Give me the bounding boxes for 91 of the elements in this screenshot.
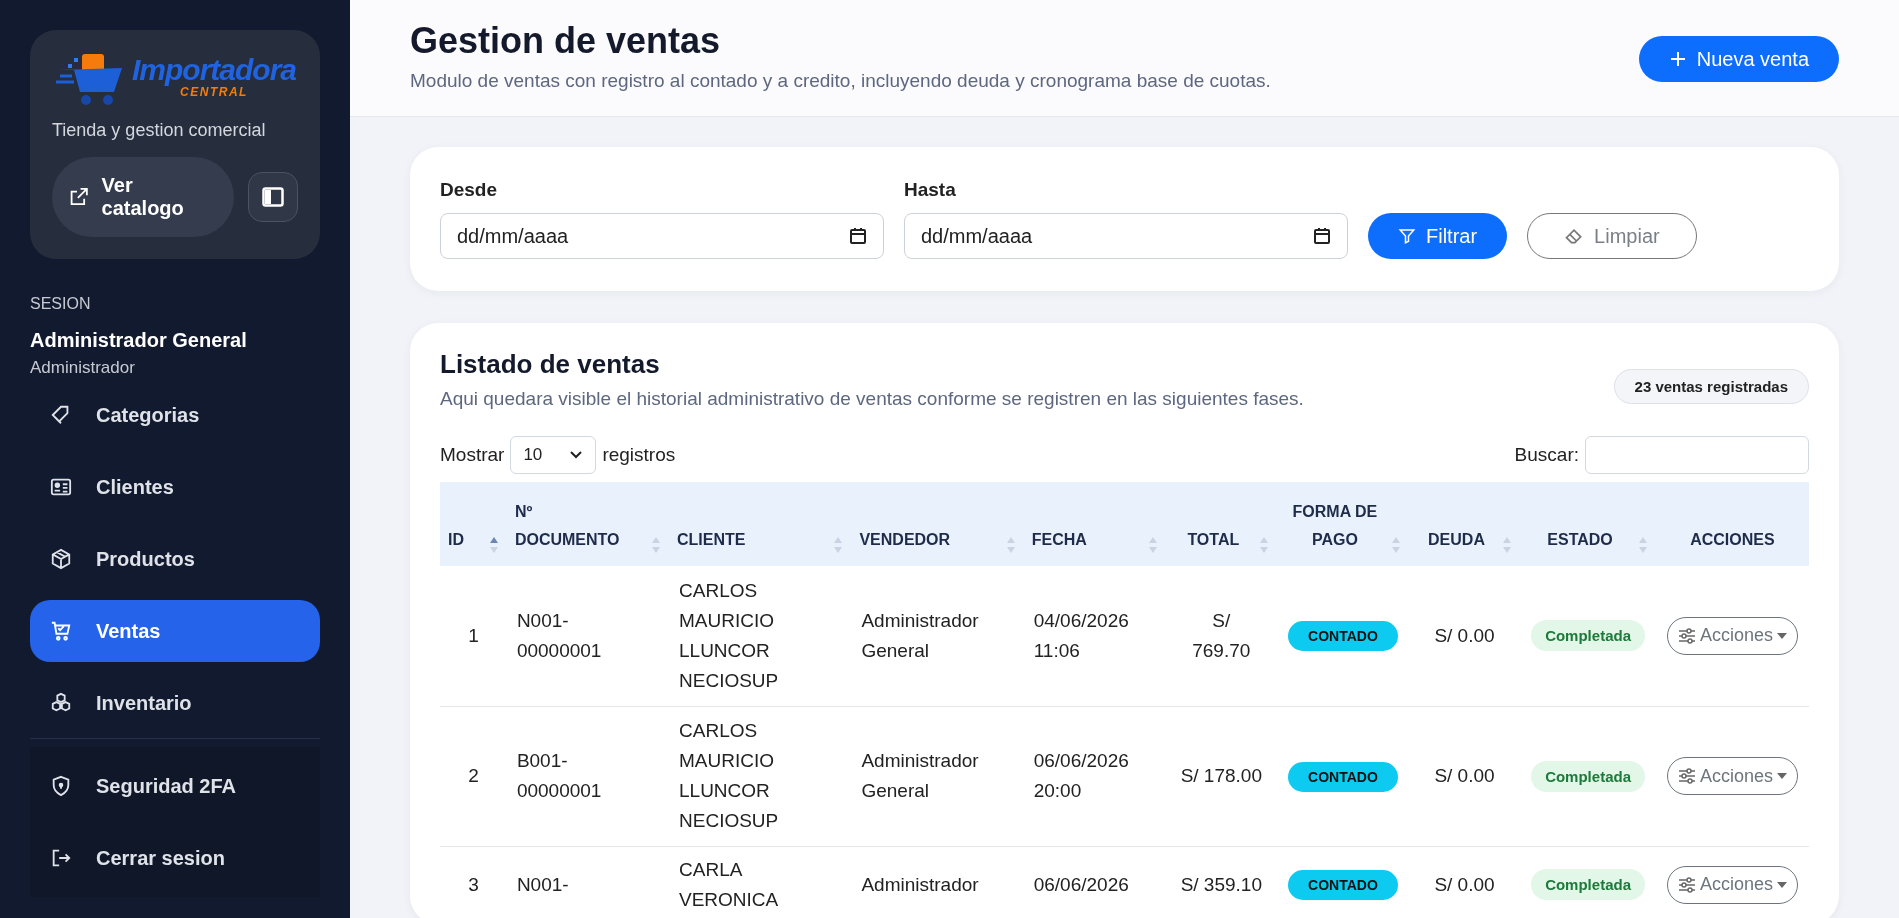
table-cell: CARLOS MAURICIO LLUNCOR NECIOSUP bbox=[669, 566, 852, 706]
new-sale-button[interactable]: Nueva venta bbox=[1638, 36, 1839, 82]
table-cell: 2 bbox=[440, 706, 507, 846]
eraser-icon bbox=[1564, 227, 1585, 245]
table-cell: S/ 0.00 bbox=[1408, 706, 1521, 846]
page-size-select[interactable]: 10 bbox=[510, 436, 597, 474]
table-cell: 04/06/2026 11:06 bbox=[1023, 566, 1166, 706]
table-cell: S/ 178.00 bbox=[1165, 706, 1278, 846]
shield-icon bbox=[50, 775, 72, 797]
column-header[interactable]: CLIENTE bbox=[669, 482, 852, 566]
view-catalog-button[interactable]: Ver catalogo bbox=[52, 157, 234, 237]
column-header[interactable]: ACCIONES bbox=[1655, 482, 1809, 566]
actions-dropdown-button[interactable]: Acciones bbox=[1666, 616, 1798, 655]
sliders-icon bbox=[1677, 627, 1696, 644]
list-subtitle: Aqui quedara visible el historial administrativo de ventas conforme se registren en las siguientes fases. bbox=[440, 388, 1304, 410]
table-cell: Administrador General bbox=[851, 706, 1024, 846]
calendar-icon bbox=[1313, 227, 1331, 245]
page-title: Gestion de ventas bbox=[410, 20, 722, 62]
nav-item[interactable]: Ventas bbox=[30, 600, 320, 662]
nav-item[interactable]: Seguridad 2FA bbox=[30, 755, 320, 817]
column-header[interactable]: VENDEDOR bbox=[851, 482, 1024, 566]
nav-item[interactable]: Productos bbox=[30, 528, 320, 590]
column-header[interactable]: Nº DOCUMENTO bbox=[506, 482, 669, 566]
cart-icon bbox=[50, 620, 72, 642]
nav-item[interactable]: Categorias bbox=[30, 384, 320, 446]
actions-dropdown-button[interactable]: Acciones bbox=[1666, 757, 1798, 795]
plus-icon bbox=[1668, 50, 1687, 68]
table-cell: CARLOS MAURICIO LLUNCOR NECIOSUP bbox=[669, 706, 852, 846]
logout-icon bbox=[50, 847, 72, 869]
caret-icon bbox=[1776, 632, 1787, 639]
status-badge: Completada bbox=[1531, 869, 1645, 900]
table-cell: S/ 0.00 bbox=[1408, 846, 1521, 918]
id-card-icon bbox=[50, 477, 72, 497]
list-title: Listado de ventas bbox=[440, 349, 661, 380]
show-label: Mostrar bbox=[440, 444, 505, 466]
actions-dropdown-button[interactable]: Acciones bbox=[1666, 865, 1798, 904]
column-header[interactable]: DEUDA bbox=[1408, 482, 1521, 566]
table-cell: B001- 00000001 bbox=[506, 706, 669, 846]
sliders-icon bbox=[1677, 768, 1696, 784]
payment-badge: CONTADO bbox=[1288, 870, 1398, 900]
cubes-icon bbox=[50, 692, 72, 714]
date-label: Desde bbox=[440, 179, 499, 201]
caret-icon bbox=[1776, 773, 1787, 779]
status-badge: Completada bbox=[1531, 760, 1645, 792]
table-cell: 06/06/2026 bbox=[1023, 846, 1166, 918]
filter-icon bbox=[1398, 227, 1416, 245]
filter-button[interactable]: Filtrar bbox=[1368, 213, 1508, 259]
payment-badge: CONTADO bbox=[1288, 761, 1398, 792]
panel-icon bbox=[262, 187, 284, 207]
date-field[interactable]: dd/mm/aaaa bbox=[904, 213, 1348, 259]
column-header[interactable]: FECHA bbox=[1023, 482, 1166, 566]
page-subtitle: Modulo de ventas con registro al contado y a credito, incluyendo deuda y cronograma base de cuotas. bbox=[410, 70, 1271, 92]
session-label: SESION bbox=[30, 295, 92, 313]
session-user: Administrador General bbox=[30, 329, 248, 352]
external-link-icon bbox=[68, 186, 90, 208]
table-cell: Administrador General bbox=[851, 566, 1024, 706]
status-badge: Completada bbox=[1531, 620, 1645, 652]
column-header[interactable]: ESTADO bbox=[1520, 482, 1656, 566]
table-cell: Administrador bbox=[851, 846, 1024, 918]
caret-icon bbox=[1776, 881, 1787, 888]
box-icon bbox=[50, 548, 72, 570]
calendar-icon bbox=[849, 227, 867, 245]
nav-item[interactable]: Inventario bbox=[30, 672, 320, 734]
session-role: Administrador bbox=[30, 358, 136, 378]
records-label: registros bbox=[602, 444, 676, 466]
sidebar-toggle-button[interactable] bbox=[248, 172, 298, 222]
nav-item[interactable]: Cerrar sesion bbox=[30, 827, 320, 889]
chevron-down-icon bbox=[569, 450, 584, 460]
table-cell: 06/06/2026 20:00 bbox=[1023, 706, 1166, 846]
table-cell: S/ 359.10 bbox=[1165, 846, 1278, 918]
table-cell: N001- bbox=[506, 846, 669, 918]
search-label: Buscar: bbox=[1514, 444, 1579, 466]
table-cell: 3 bbox=[440, 846, 507, 918]
clear-button[interactable]: Limpiar bbox=[1527, 213, 1697, 259]
column-header[interactable]: TOTAL bbox=[1165, 482, 1278, 566]
date-field[interactable]: dd/mm/aaaa bbox=[440, 213, 884, 259]
date-label: Hasta bbox=[904, 179, 957, 201]
brand-tagline: Tienda y gestion comercial bbox=[52, 120, 267, 141]
column-header[interactable]: ID bbox=[440, 482, 507, 566]
search-field[interactable] bbox=[1585, 436, 1809, 474]
count-badge: 23 ventas registradas bbox=[1613, 369, 1809, 404]
table-cell: S/ 0.00 bbox=[1408, 566, 1521, 706]
table-cell: 1 bbox=[440, 566, 507, 706]
table-cell: S/ 769.70 bbox=[1165, 566, 1278, 706]
payment-badge: CONTADO bbox=[1288, 621, 1398, 652]
table-cell: CARLA VERONICA bbox=[669, 846, 852, 918]
logo-subtitle: CENTRAL bbox=[180, 85, 248, 99]
sliders-icon bbox=[1677, 876, 1696, 893]
table-cell: N001- 00000001 bbox=[506, 566, 669, 706]
column-header[interactable]: FORMA DE PAGO bbox=[1277, 482, 1409, 566]
nav-item[interactable]: Clientes bbox=[30, 456, 320, 518]
